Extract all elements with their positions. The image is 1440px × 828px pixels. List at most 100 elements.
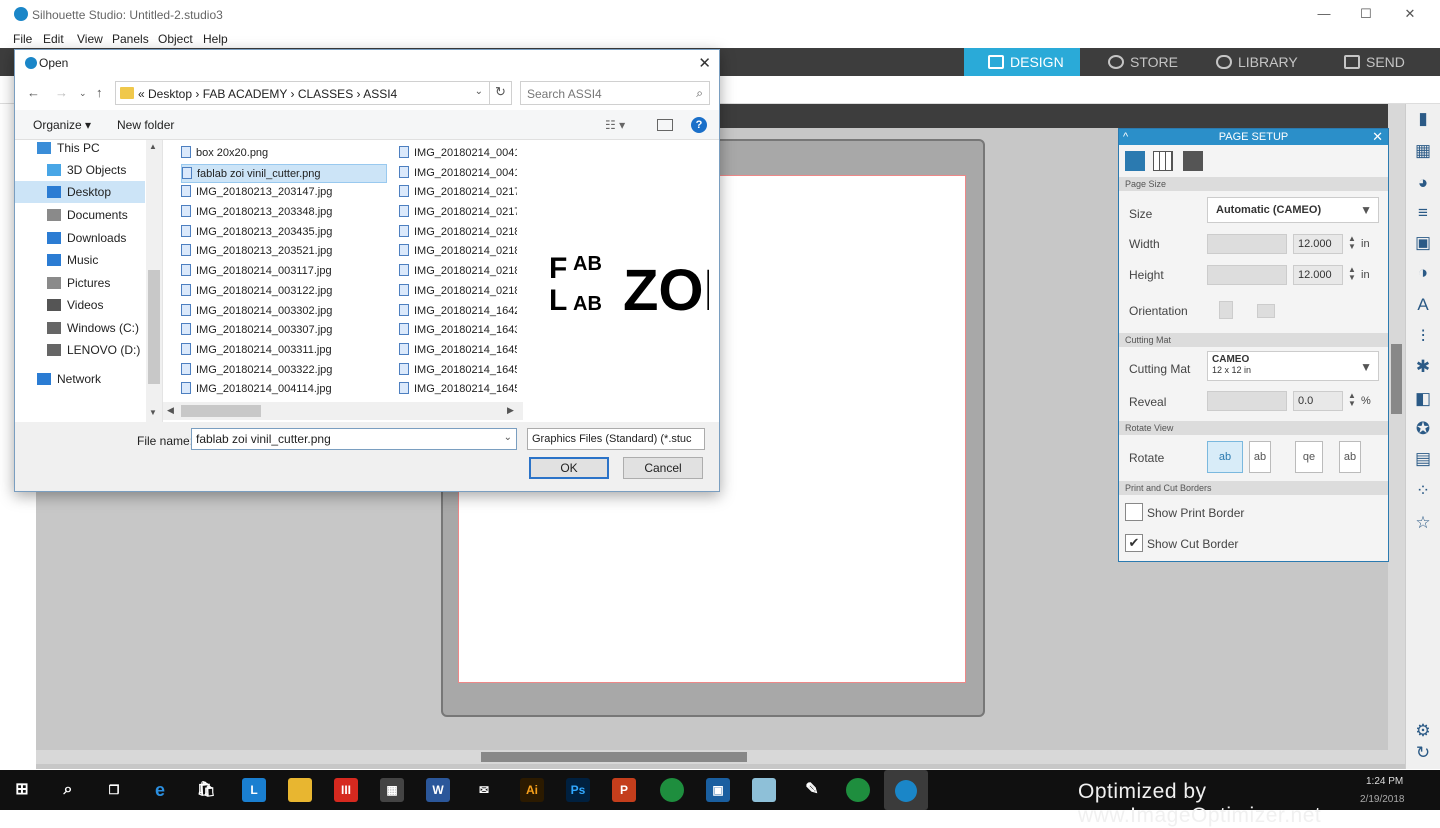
file-item[interactable]: IMG_20180214_00412 [399,144,517,164]
mail-icon[interactable]: ✉ [472,778,496,802]
star-badge-icon[interactable]: ✪ [1412,418,1434,440]
photoshop-icon[interactable]: Ps [566,778,590,802]
maximize-button[interactable]: ☐ [1356,6,1376,24]
rotate-180-button[interactable]: qe [1295,441,1323,473]
file-item[interactable]: IMG_20180214_02182 [399,282,517,302]
nav-scrollbar[interactable]: ▲ ▼ [146,140,162,422]
file-type-select[interactable]: Graphics Files (Standard) (*.stuc [527,428,705,450]
menu-edit[interactable]: Edit [43,32,64,46]
nav-item-this-pc[interactable]: This PC [15,140,145,159]
tab-grid-icon[interactable] [1153,151,1173,171]
scroll-thumb[interactable] [181,405,261,417]
menu-view[interactable]: View [77,32,103,46]
file-item[interactable]: IMG_20180214_02181 [399,242,517,262]
tab-store[interactable]: STORE [1108,48,1208,76]
menu-panels[interactable]: Panels [112,32,149,46]
reveal-input[interactable]: 0.0 [1293,391,1343,411]
replicate-icon[interactable]: ✱ [1412,356,1434,378]
file-item[interactable]: IMG_20180214_16435 [399,321,517,341]
store-bag-icon[interactable]: 🛍 [194,778,218,802]
edge-browser-icon[interactable]: e [148,778,172,802]
file-horizontal-scrollbar[interactable]: ◀ ▶ [163,402,523,420]
workspace-vertical-scrollbar[interactable] [1388,104,1405,750]
file-item[interactable]: IMG_20180214_02180 [399,223,517,243]
scroll-thumb[interactable] [1391,344,1402,414]
height-slider[interactable] [1207,265,1287,285]
powerpoint-icon[interactable]: P [612,778,636,802]
file-item[interactable]: IMG_20180214_003307.jpg [181,321,387,341]
breadcrumb[interactable]: « Desktop › FAB ACADEMY › CLASSES › ASSI… [138,87,397,101]
dialog-close-icon[interactable]: ✕ [698,54,711,72]
silhouette-studio-taskbar-icon[interactable] [884,770,928,810]
nav-item-pictures[interactable]: Pictures [15,272,145,294]
notes-app-icon[interactable] [752,778,776,802]
file-item[interactable]: fablab zoi vinil_cutter.png [181,163,387,184]
file-item[interactable]: IMG_20180213_203435.jpg [181,223,387,243]
search-icon[interactable]: ⌕ [56,778,80,802]
task-view-icon[interactable]: ❐ [102,778,126,802]
size-dropdown[interactable]: Automatic (CAMEO) ▼ [1207,197,1379,223]
recent-chevron-icon[interactable]: ⌄ [79,88,87,99]
new-folder-button[interactable]: New folder [117,118,174,132]
file-item[interactable]: IMG_20180214_003322.jpg [181,361,387,381]
file-item[interactable]: IMG_20180214_02174 [399,203,517,223]
nav-item-documents[interactable]: Documents [15,204,145,226]
cutting-mat-dropdown[interactable]: CAMEO 12 x 12 in ▼ [1207,351,1379,381]
reveal-stepper[interactable]: ▲ ▼ [1348,392,1356,408]
nav-item-3d-objects[interactable]: 3D Objects [15,159,145,181]
trace-icon[interactable]: ▤ [1412,448,1434,470]
file-item[interactable]: IMG_20180214_16452 [399,380,517,400]
landscape-icon[interactable] [1257,304,1275,318]
file-name-input[interactable]: fablab zoi vinil_cutter.png ⌄ [191,428,517,450]
file-item[interactable]: IMG_20180213_203147.jpg [181,183,387,203]
nav-item-downloads[interactable]: Downloads [15,227,145,249]
file-item[interactable]: IMG_20180214_02182 [399,262,517,282]
ok-button[interactable]: OK [529,457,609,479]
text-icon[interactable]: A [1412,294,1434,316]
illustrator-icon[interactable]: Ai [520,778,544,802]
collapse-icon[interactable]: ^ [1123,129,1128,145]
up-arrow-icon[interactable]: ↑ [96,85,103,100]
address-bar[interactable]: « Desktop › FAB ACADEMY › CLASSES › ASSI… [115,81,512,105]
contrast-icon[interactable]: ◑ [1412,262,1434,284]
workspace-horizontal-scrollbar[interactable] [36,750,1406,764]
tab-page-icon[interactable] [1125,151,1145,171]
view-options-icon[interactable]: ☷ ▾ [605,118,625,132]
start-windows-icon[interactable]: ⊞ [10,778,34,802]
file-item[interactable]: IMG_20180213_203348.jpg [181,203,387,223]
fill-icon[interactable]: ▣ [1412,232,1434,254]
nav-item-windows-c[interactable]: Windows (C:) [15,317,145,339]
file-item[interactable]: IMG_20180214_00413 [399,164,517,184]
menu-file[interactable]: File [13,32,32,46]
nav-item-desktop[interactable]: Desktop [15,181,145,203]
height-input[interactable]: 12.000 [1293,265,1343,285]
search-input[interactable]: Search ASSI4 ⌕ [520,81,710,105]
tab-send[interactable]: SEND [1344,48,1434,76]
dots-icon[interactable]: ⁘ [1412,480,1434,502]
help-icon[interactable]: ? [691,117,707,133]
align-icon[interactable]: ⫶ [1412,326,1434,348]
scroll-thumb[interactable] [148,270,160,384]
remote-desktop-icon[interactable]: ▣ [706,778,730,802]
minimize-button[interactable]: — [1314,6,1334,24]
word-icon[interactable]: W [426,778,450,802]
preview-pane-icon[interactable] [657,119,673,131]
scroll-thumb[interactable] [481,752,747,762]
cancel-button[interactable]: Cancel [623,457,703,479]
chrome-icon[interactable] [660,778,684,802]
nav-item-music[interactable]: Music [15,249,145,271]
forward-arrow-icon[interactable]: → [55,85,68,100]
chrome-icon-2[interactable] [846,778,870,802]
calculator-icon[interactable]: ▦ [380,778,404,802]
page-setup-icon[interactable]: ▮ [1412,108,1434,130]
menu-object[interactable]: Object [158,32,193,46]
palette-icon[interactable]: ◕ [1412,172,1434,194]
nav-item-network[interactable]: Network [15,368,145,390]
nav-item-lenovo-d[interactable]: LENOVO (D:) [15,339,145,361]
width-stepper[interactable]: ▲ ▼ [1348,235,1356,251]
red-app-icon[interactable]: III [334,778,358,802]
reveal-slider[interactable] [1207,391,1287,411]
star-icon[interactable]: ☆ [1412,512,1434,534]
file-explorer-icon[interactable] [288,778,312,802]
scroll-left-icon[interactable]: ◀ [167,405,174,416]
